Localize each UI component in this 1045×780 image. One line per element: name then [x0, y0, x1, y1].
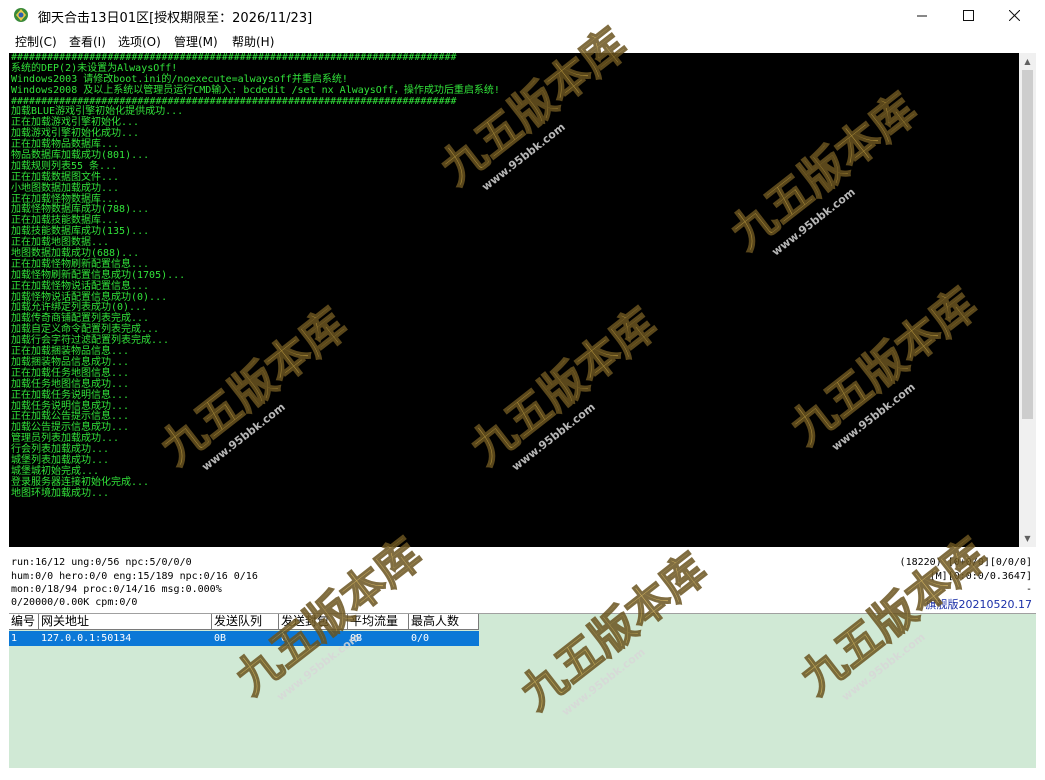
column-header-send-packets[interactable]: 发送封包 [279, 614, 348, 630]
console-line: 正在加载怪物数据库... [11, 193, 120, 205]
console-line: 加载捆装物品信息成功... [11, 356, 130, 368]
console-line: 正在加载任务地图信息... [11, 367, 130, 379]
console-line: 小地图数据加载成功... [11, 182, 120, 194]
console-line: 加载行会字符过滤配置列表完成... [11, 335, 170, 347]
console-line: 加载传奇商铺配置列表完成... [11, 313, 150, 325]
version-label: 旗舰版20210520.17 [925, 598, 1032, 611]
console-line: 正在加载任务说明信息... [11, 389, 130, 401]
column-header-id[interactable]: 编号 [9, 614, 39, 630]
cell-id: 1 [9, 631, 39, 646]
column-header-avg-traffic[interactable]: 平均流量 [348, 614, 409, 630]
console-line: 加载游戏引擎初始化成功... [11, 128, 140, 140]
console-line: 正在加载数据图文件... [11, 171, 120, 183]
menu-control[interactable]: 控制(C) [15, 33, 57, 50]
console-log[interactable]: ########################################… [9, 53, 1019, 547]
menu-options[interactable]: 选项(O) [118, 33, 161, 50]
cell-send-queue: 0B [212, 631, 279, 646]
minimize-icon [916, 15, 927, 17]
console-line: 城堡城初始完成... [11, 465, 100, 477]
console-line: 加载公告提示信息成功... [11, 422, 130, 434]
scroll-up-icon[interactable]: ▲ [1019, 53, 1036, 70]
console-line: 加载规则列表55 条... [11, 160, 118, 172]
console-line: 正在加载物品数据库... [11, 139, 120, 151]
scroll-down-icon[interactable]: ▼ [1019, 530, 1036, 547]
console-line: 行会列表加载成功... [11, 444, 110, 456]
column-header-address[interactable]: 网关地址 [39, 614, 212, 630]
console-line: 加载怪物说话配置信息成功(0)... [11, 291, 168, 303]
console-line: Windows2008 及以上系统以管理员运行CMD输入: bcdedit /s… [11, 84, 500, 96]
status-run: run:16/12 ung:0/56 npc:5/0/0/0 [11, 557, 192, 568]
cell-send-packets: 0 [279, 631, 348, 646]
app-icon [14, 8, 28, 22]
console-line: 正在加载捆装物品信息... [11, 346, 130, 358]
menu-manage[interactable]: 管理(M) [174, 33, 218, 50]
cell-address: 127.0.0.1:50134 [39, 631, 212, 646]
console-line: 正在加载怪物说话配置信息... [11, 280, 150, 292]
cell-max-users: 0/0 [409, 631, 479, 646]
console-line: 正在加载技能数据库... [11, 215, 120, 227]
status-mon: mon:0/18/94 proc:0/14/16 msg:0.000% [11, 584, 222, 595]
minimize-button[interactable] [899, 0, 945, 31]
window-title: 御天合击13日01区[授权期限至：2026/11/23] [38, 11, 313, 26]
menu-help[interactable]: 帮助(H) [232, 33, 274, 50]
menu-view[interactable]: 查看(I) [69, 33, 106, 50]
status-mem: 0/20000/0.00K cpm:0/0 [11, 597, 138, 608]
console-line: 加载任务地图信息成功... [11, 378, 130, 390]
status-dash: - [1025, 584, 1032, 595]
gateway-table[interactable]: 编号 网关地址 发送队列 发送封包 平均流量 最高人数 1 127.0.0.1:… [9, 613, 1036, 768]
console-line: 物品数据库加载成功(801)... [11, 150, 150, 162]
console-line: 正在加载公告提示信息... [11, 411, 130, 423]
console-line: 地图环境加载成功... [11, 487, 110, 499]
column-header-max-users[interactable]: 最高人数 [409, 614, 479, 630]
status-counters: (18220) [0+0/0][0/0/0] [899, 557, 1032, 568]
console-line: 正在加载地图数据... [11, 237, 110, 249]
console-line: 加载怪物数据库成功(788)... [11, 204, 150, 216]
status-timing: [M][0:0:0/0.3647] [929, 571, 1032, 582]
status-hum: hum:0/0 hero:0/0 eng:15/189 npc:0/16 0/1… [11, 571, 258, 582]
console-line: 正在加载游戏引擎初始化... [11, 117, 140, 129]
console-line: 加载技能数据库成功(135)... [11, 226, 150, 238]
close-icon [1008, 10, 1020, 21]
scrollbar-thumb[interactable] [1022, 70, 1033, 419]
close-button[interactable] [991, 0, 1037, 31]
maximize-icon [962, 10, 974, 21]
console-line: 加载任务说明信息成功... [11, 400, 130, 412]
console-scrollbar[interactable]: ▲ ▼ [1019, 53, 1036, 547]
title-bar: 御天合击13日01区[授权期限至：2026/11/23] [0, 0, 1045, 31]
console-line: 加载怪物刷新配置信息成功(1705)... [11, 269, 186, 281]
console-line: 加载允许绑定列表成功(0)... [11, 302, 148, 314]
console-line: 登录服务器连接初始化完成... [11, 476, 150, 488]
menu-bar: 控制(C) 查看(I) 选项(O) 管理(M) 帮助(H) [0, 31, 1045, 52]
cell-avg-traffic: 0B [348, 631, 409, 646]
console-line: 地图数据加载成功(688)... [11, 248, 140, 260]
console-line: 加载BLUE游戏引擎初始化提供成功... [11, 106, 184, 118]
console-line: 城堡列表加载成功... [11, 454, 110, 466]
column-header-send-queue[interactable]: 发送队列 [212, 614, 279, 630]
console-line: 管理员列表加载成功... [11, 433, 120, 445]
status-panel: run:16/12 ung:0/56 npc:5/0/0/0 hum:0/0 h… [9, 553, 1036, 611]
maximize-button[interactable] [945, 0, 991, 31]
